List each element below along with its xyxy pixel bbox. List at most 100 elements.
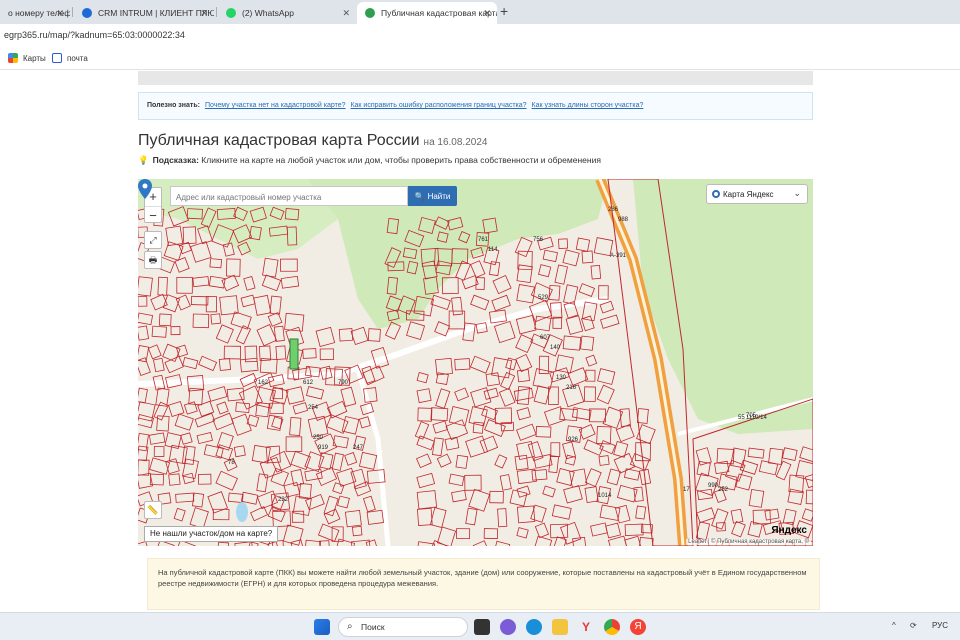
parcel[interactable] [207,386,228,402]
parcel[interactable] [289,417,302,436]
parcel[interactable] [516,468,537,485]
parcel[interactable] [292,402,309,415]
parcel[interactable] [138,345,150,363]
parcel[interactable] [606,468,621,486]
parcel[interactable] [550,442,561,458]
parcel[interactable] [209,258,223,269]
parcel[interactable] [580,335,595,351]
parcel[interactable] [730,508,744,524]
parcel[interactable] [516,264,533,283]
parcel[interactable] [233,445,246,458]
map-search-field[interactable] [170,186,408,207]
parcel[interactable] [624,523,644,536]
parcel[interactable] [138,276,153,297]
parcel[interactable] [290,451,312,471]
bookmark-mail[interactable]: почта [52,53,88,63]
parcel[interactable] [451,489,467,503]
parcel[interactable] [445,419,469,441]
parcel[interactable] [351,525,363,537]
parcel[interactable] [406,321,426,341]
parcel[interactable] [533,385,551,405]
print-button[interactable]: 🖶 [144,251,162,269]
parcel[interactable] [516,407,531,421]
parcel[interactable] [235,325,252,345]
parcel[interactable] [801,508,813,522]
selected-parcel[interactable] [289,338,299,370]
parcel[interactable] [239,357,259,373]
parcel[interactable] [596,384,615,405]
parcel[interactable] [516,423,537,441]
parcel[interactable] [212,412,234,431]
map-search-button[interactable]: 🔍 Найти [408,186,457,206]
parcel[interactable] [454,358,471,371]
parcel[interactable] [280,258,298,272]
parcel[interactable] [416,472,436,489]
parcel[interactable] [554,264,568,285]
parcel[interactable] [563,485,583,504]
parcel[interactable] [465,507,478,526]
parcel[interactable] [416,453,432,469]
parcel[interactable] [565,315,584,335]
parcel[interactable] [558,238,569,250]
yandex-icon[interactable]: Я [630,619,646,635]
parcel[interactable] [155,387,170,407]
tab-whatsapp[interactable]: (2) WhatsApp ✕ [218,2,356,24]
parcel[interactable] [636,408,649,424]
parcel[interactable] [598,455,610,466]
parcel[interactable] [302,348,317,359]
parcel[interactable] [544,406,566,426]
parcel[interactable] [255,402,270,418]
map-canvas[interactable]: 286 761 756 529 607 140 130 216 55 162 612 790 254 25… [138,179,813,546]
parcel[interactable] [226,258,241,277]
parcel[interactable] [475,277,485,290]
parcel[interactable] [605,522,622,539]
url-text[interactable]: egrp365.ru/map/?kadnum=65:03:0000022:34 [4,30,185,40]
parcel[interactable] [470,260,486,278]
parcel[interactable] [513,387,534,402]
parcel[interactable] [552,316,563,329]
layer-select[interactable]: Карта Яндекс ⌄ [706,184,808,204]
parcel[interactable] [283,481,301,498]
parcel[interactable] [198,473,212,485]
parcel[interactable] [138,312,154,326]
parcel[interactable] [273,325,285,342]
parcel[interactable] [451,296,463,316]
parcel[interactable] [531,469,548,481]
parcel[interactable] [560,521,582,545]
parcel[interactable] [170,326,181,336]
parcel[interactable] [182,356,199,370]
parcel[interactable] [485,372,501,387]
parcel[interactable] [572,536,588,546]
parcel[interactable] [752,509,771,525]
bookmark-maps[interactable]: Карты [8,53,46,63]
close-icon[interactable]: ✕ [200,8,208,19]
parcel[interactable] [151,325,167,338]
parcel[interactable] [267,506,286,523]
chat-icon[interactable] [500,619,516,635]
ruler-button[interactable]: 📏 [144,501,162,519]
parcel[interactable] [365,539,379,546]
parcel[interactable] [465,435,489,458]
parcel[interactable] [181,445,196,465]
parcel[interactable] [581,250,594,264]
parcel[interactable] [432,420,449,434]
parcel[interactable] [585,354,598,367]
parcel[interactable] [468,488,491,512]
parcel[interactable] [138,459,150,476]
fullscreen-button[interactable]: ⤢ [144,231,162,249]
parcel[interactable] [366,509,384,525]
parcel[interactable] [217,541,230,546]
not-found-button[interactable]: Не нашли участок/дом на карте? [144,526,279,542]
parcel[interactable] [326,400,348,419]
parcel[interactable] [548,284,561,301]
parcel[interactable] [162,343,181,363]
language-indicator[interactable]: РУС [932,621,948,630]
parcel[interactable] [344,510,362,528]
parcel[interactable] [250,506,269,522]
parcel[interactable] [638,536,654,546]
parcel[interactable] [483,528,499,539]
parcel[interactable] [350,468,367,490]
parcel[interactable] [436,453,452,468]
parcel[interactable] [551,504,572,520]
cadastral-map[interactable]: 286 761 756 529 607 140 130 216 55 162 612 790 254 25… [138,179,813,546]
